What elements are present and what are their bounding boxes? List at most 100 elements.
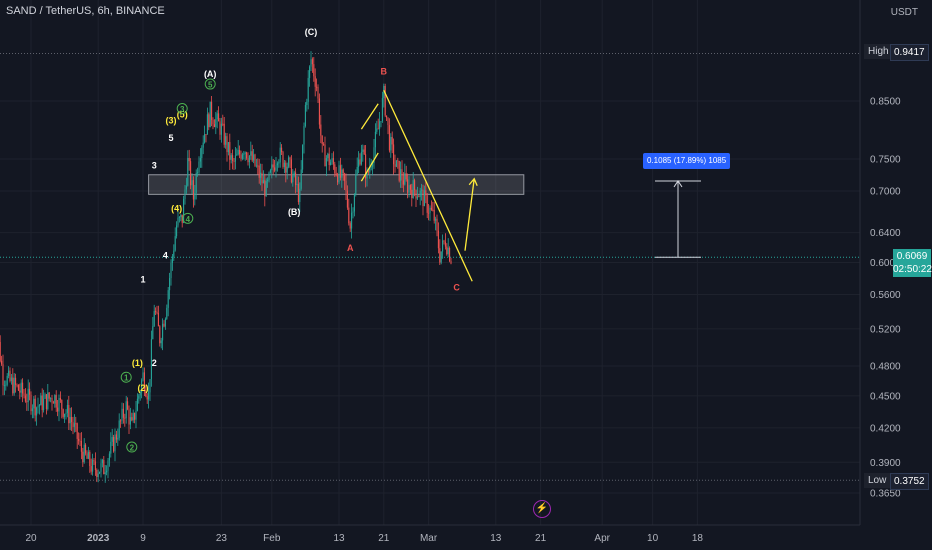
- candle-body: [299, 188, 301, 202]
- wave-label: 4: [163, 251, 168, 261]
- y-tick-label: 0.7000: [870, 187, 901, 198]
- candle-body: [233, 161, 235, 162]
- lightning-bolt-icon[interactable]: ⚡: [533, 500, 551, 518]
- candle-body: [335, 173, 337, 176]
- candle-body: [118, 420, 120, 438]
- candle-body: [108, 453, 110, 461]
- candle-body: [184, 189, 186, 199]
- x-tick-label: 18: [692, 533, 704, 544]
- candle-body: [34, 398, 36, 416]
- candle-body: [62, 409, 64, 417]
- candle-body: [206, 114, 208, 135]
- wave-label: 4: [186, 215, 191, 224]
- candle-body: [429, 207, 431, 213]
- candle-body: [117, 437, 119, 440]
- candle-body: [100, 463, 102, 472]
- candle-body: [314, 76, 316, 87]
- candle-body: [99, 471, 101, 474]
- resistance-zone-rect: [148, 174, 525, 195]
- candle-body: [418, 196, 420, 198]
- candle-body: [269, 170, 271, 173]
- price-chart[interactable]: (C)(A)(B)BAC53412(3)(5)(4)(1)(2)53412 0.…: [0, 0, 932, 550]
- x-tick-label: 13: [490, 533, 502, 544]
- measure-label[interactable]: 0.1085 (17.89%) 1085: [643, 153, 731, 169]
- candle-body: [29, 388, 31, 395]
- candle-body: [236, 154, 238, 156]
- candle-body: [132, 413, 134, 421]
- candle-body: [211, 101, 213, 120]
- candle-body: [412, 180, 414, 199]
- candle-body: [44, 394, 46, 399]
- candle-body: [374, 131, 376, 148]
- candle-body: [416, 196, 418, 199]
- candle-body: [146, 396, 148, 400]
- candle-body: [267, 180, 269, 182]
- candle-body: [136, 398, 138, 411]
- candle-body: [422, 189, 424, 207]
- candle-body: [156, 311, 158, 313]
- candle-body: [381, 98, 383, 122]
- last-price-tag: 0.6069 02:50:22: [893, 249, 932, 277]
- candle-body: [407, 179, 409, 193]
- candle-body: [78, 438, 80, 441]
- candle-body: [241, 154, 243, 159]
- wave-label: 1: [124, 374, 129, 383]
- candle-body: [261, 172, 263, 184]
- candle-body: [80, 441, 82, 452]
- currency-label[interactable]: USDT: [891, 7, 918, 18]
- symbol-title[interactable]: SAND / TetherUS, 6h, BINANCE: [6, 5, 165, 17]
- candle-body: [50, 397, 52, 399]
- candle-body: [122, 408, 124, 418]
- candle-body: [82, 451, 84, 463]
- candle-body: [316, 86, 318, 88]
- candle-body: [68, 405, 70, 424]
- candle-body: [174, 236, 176, 251]
- candle-body: [204, 134, 206, 143]
- candle-body: [101, 459, 103, 464]
- candle-body: [288, 157, 290, 167]
- candle-body: [430, 207, 432, 210]
- candle-body: [227, 142, 229, 153]
- wave-label: (B): [288, 207, 301, 217]
- candle-body: [232, 155, 234, 162]
- candle-body: [363, 149, 365, 155]
- candle-body: [55, 395, 57, 408]
- candle-body: [3, 384, 5, 386]
- candle-body: [386, 115, 388, 118]
- candle-body: [26, 401, 28, 403]
- y-tick-label: 0.3900: [870, 458, 901, 469]
- candle-body: [169, 278, 171, 291]
- candle-body: [113, 436, 115, 452]
- candle-body: [90, 466, 92, 472]
- x-tick-label: 13: [333, 533, 345, 544]
- candle-body: [421, 189, 423, 191]
- candle-body: [213, 124, 215, 127]
- candle-body: [24, 395, 26, 402]
- bar-countdown: 02:50:22: [893, 264, 932, 275]
- candle-body: [180, 214, 182, 218]
- candle-body: [52, 402, 54, 404]
- candle-body: [250, 151, 252, 156]
- candle-body: [380, 121, 382, 122]
- candle-body: [292, 175, 294, 183]
- candle-body: [64, 413, 66, 417]
- candle-body: [222, 123, 224, 125]
- candle-body: [138, 395, 140, 399]
- candle-body: [362, 149, 364, 152]
- candle-body: [352, 211, 354, 213]
- y-tick-label: 0.4200: [870, 423, 901, 434]
- candle-body: [293, 172, 295, 176]
- y-tick-label: 0.3650: [870, 489, 901, 500]
- candle-body: [93, 459, 95, 462]
- candle-body: [337, 175, 339, 183]
- candle-body: [65, 412, 67, 414]
- candle-body: [344, 173, 346, 181]
- candle-body: [219, 121, 221, 135]
- x-tick-label: 23: [216, 533, 228, 544]
- candle-body: [307, 77, 309, 102]
- candle-body: [75, 423, 77, 425]
- candle-body: [58, 397, 60, 412]
- candle-body: [394, 164, 396, 167]
- candle-body: [79, 440, 81, 442]
- candle-body: [153, 311, 155, 327]
